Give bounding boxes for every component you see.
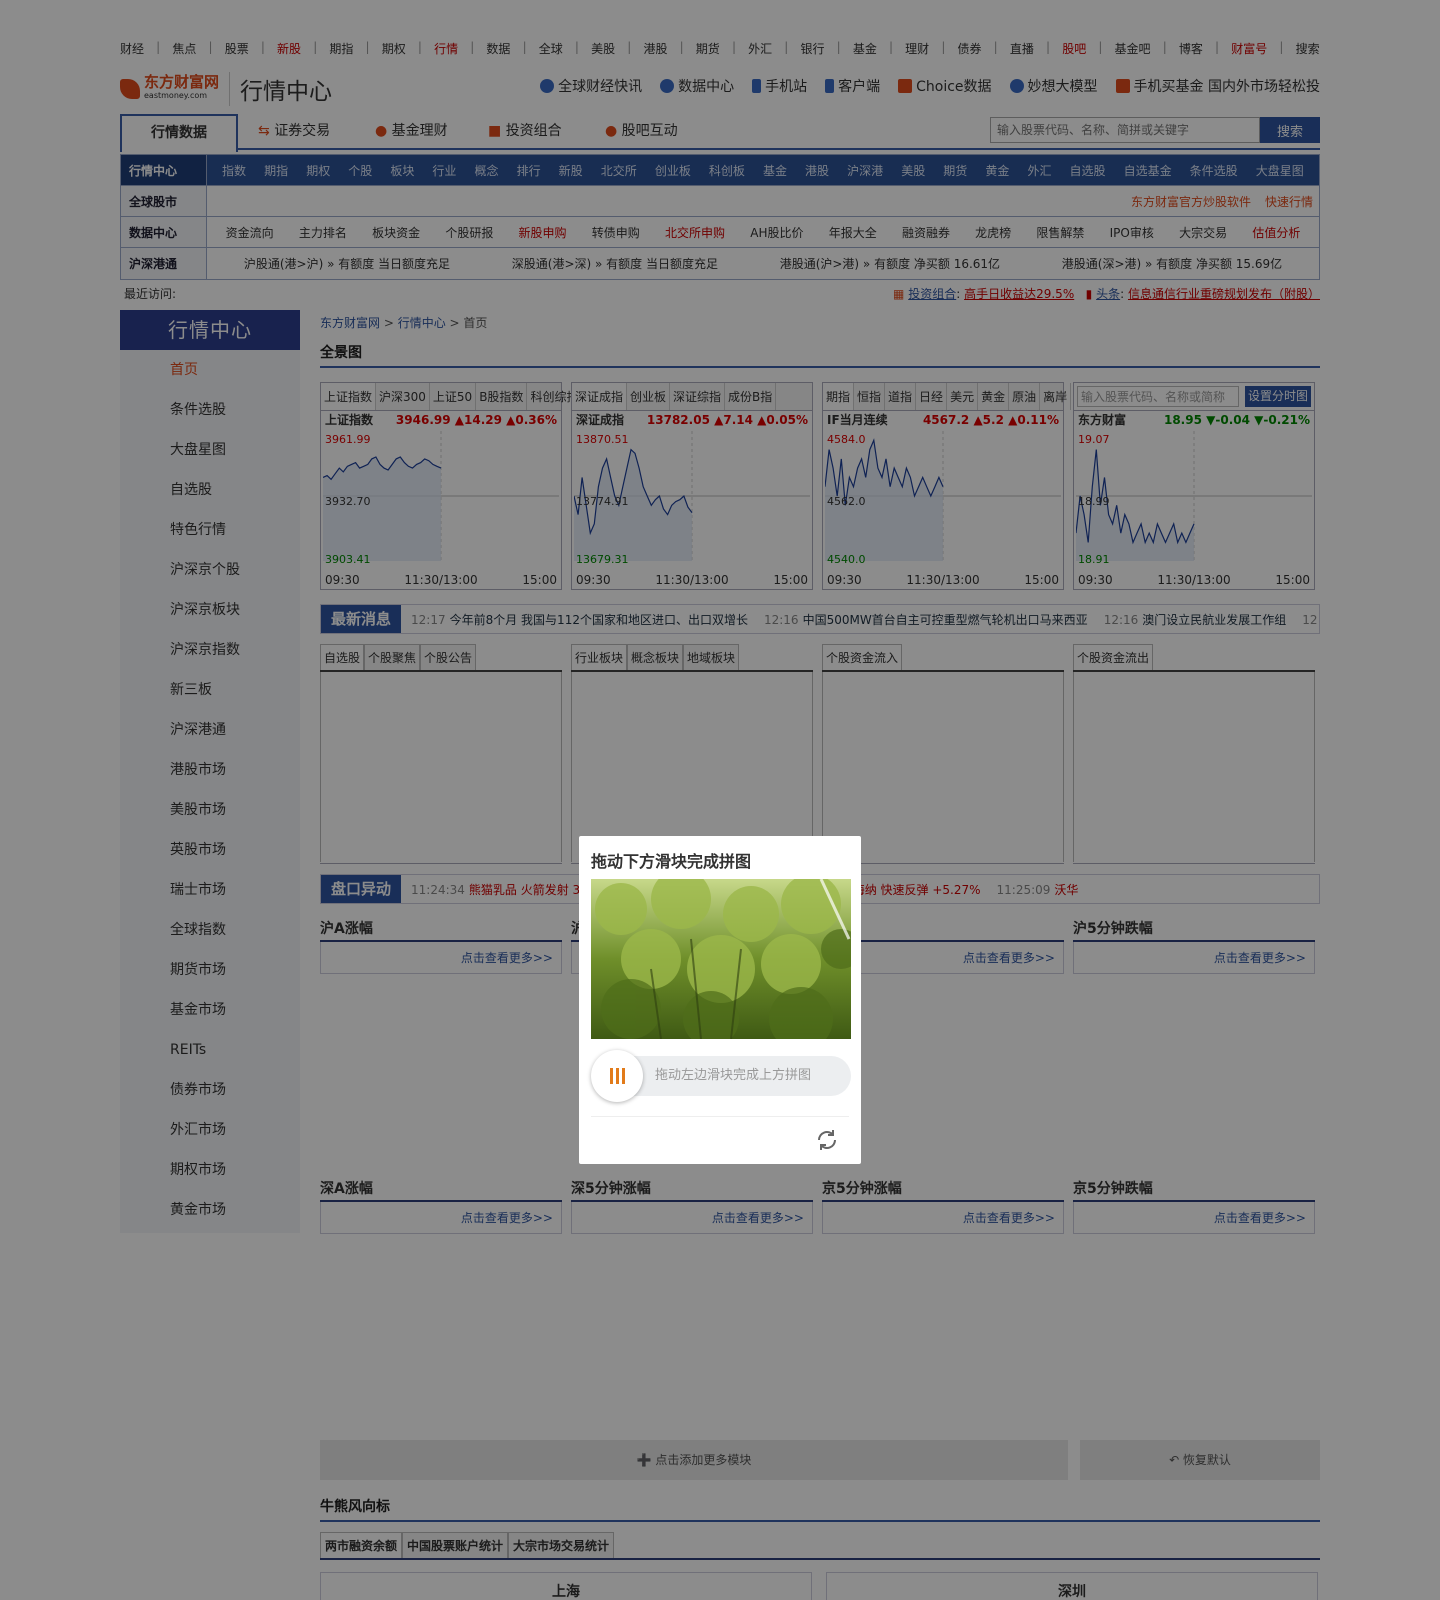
modal-divider (591, 1116, 849, 1117)
refresh-icon[interactable] (813, 1126, 841, 1154)
slider-hint: 拖动左边滑块完成上方拼图 (655, 1068, 812, 1083)
modal-overlay (0, 0, 1440, 1600)
bamboo-picture (591, 879, 851, 1039)
slider-handle[interactable] (591, 1050, 643, 1102)
captcha-modal: 拖动下方滑块完成拼图 拖动左边滑块完成上方拼图 (579, 836, 861, 1164)
captcha-slider-track[interactable]: 拖动左边滑块完成上方拼图 (591, 1050, 851, 1102)
captcha-image (591, 879, 851, 1039)
captcha-title: 拖动下方滑块完成拼图 (591, 852, 752, 871)
